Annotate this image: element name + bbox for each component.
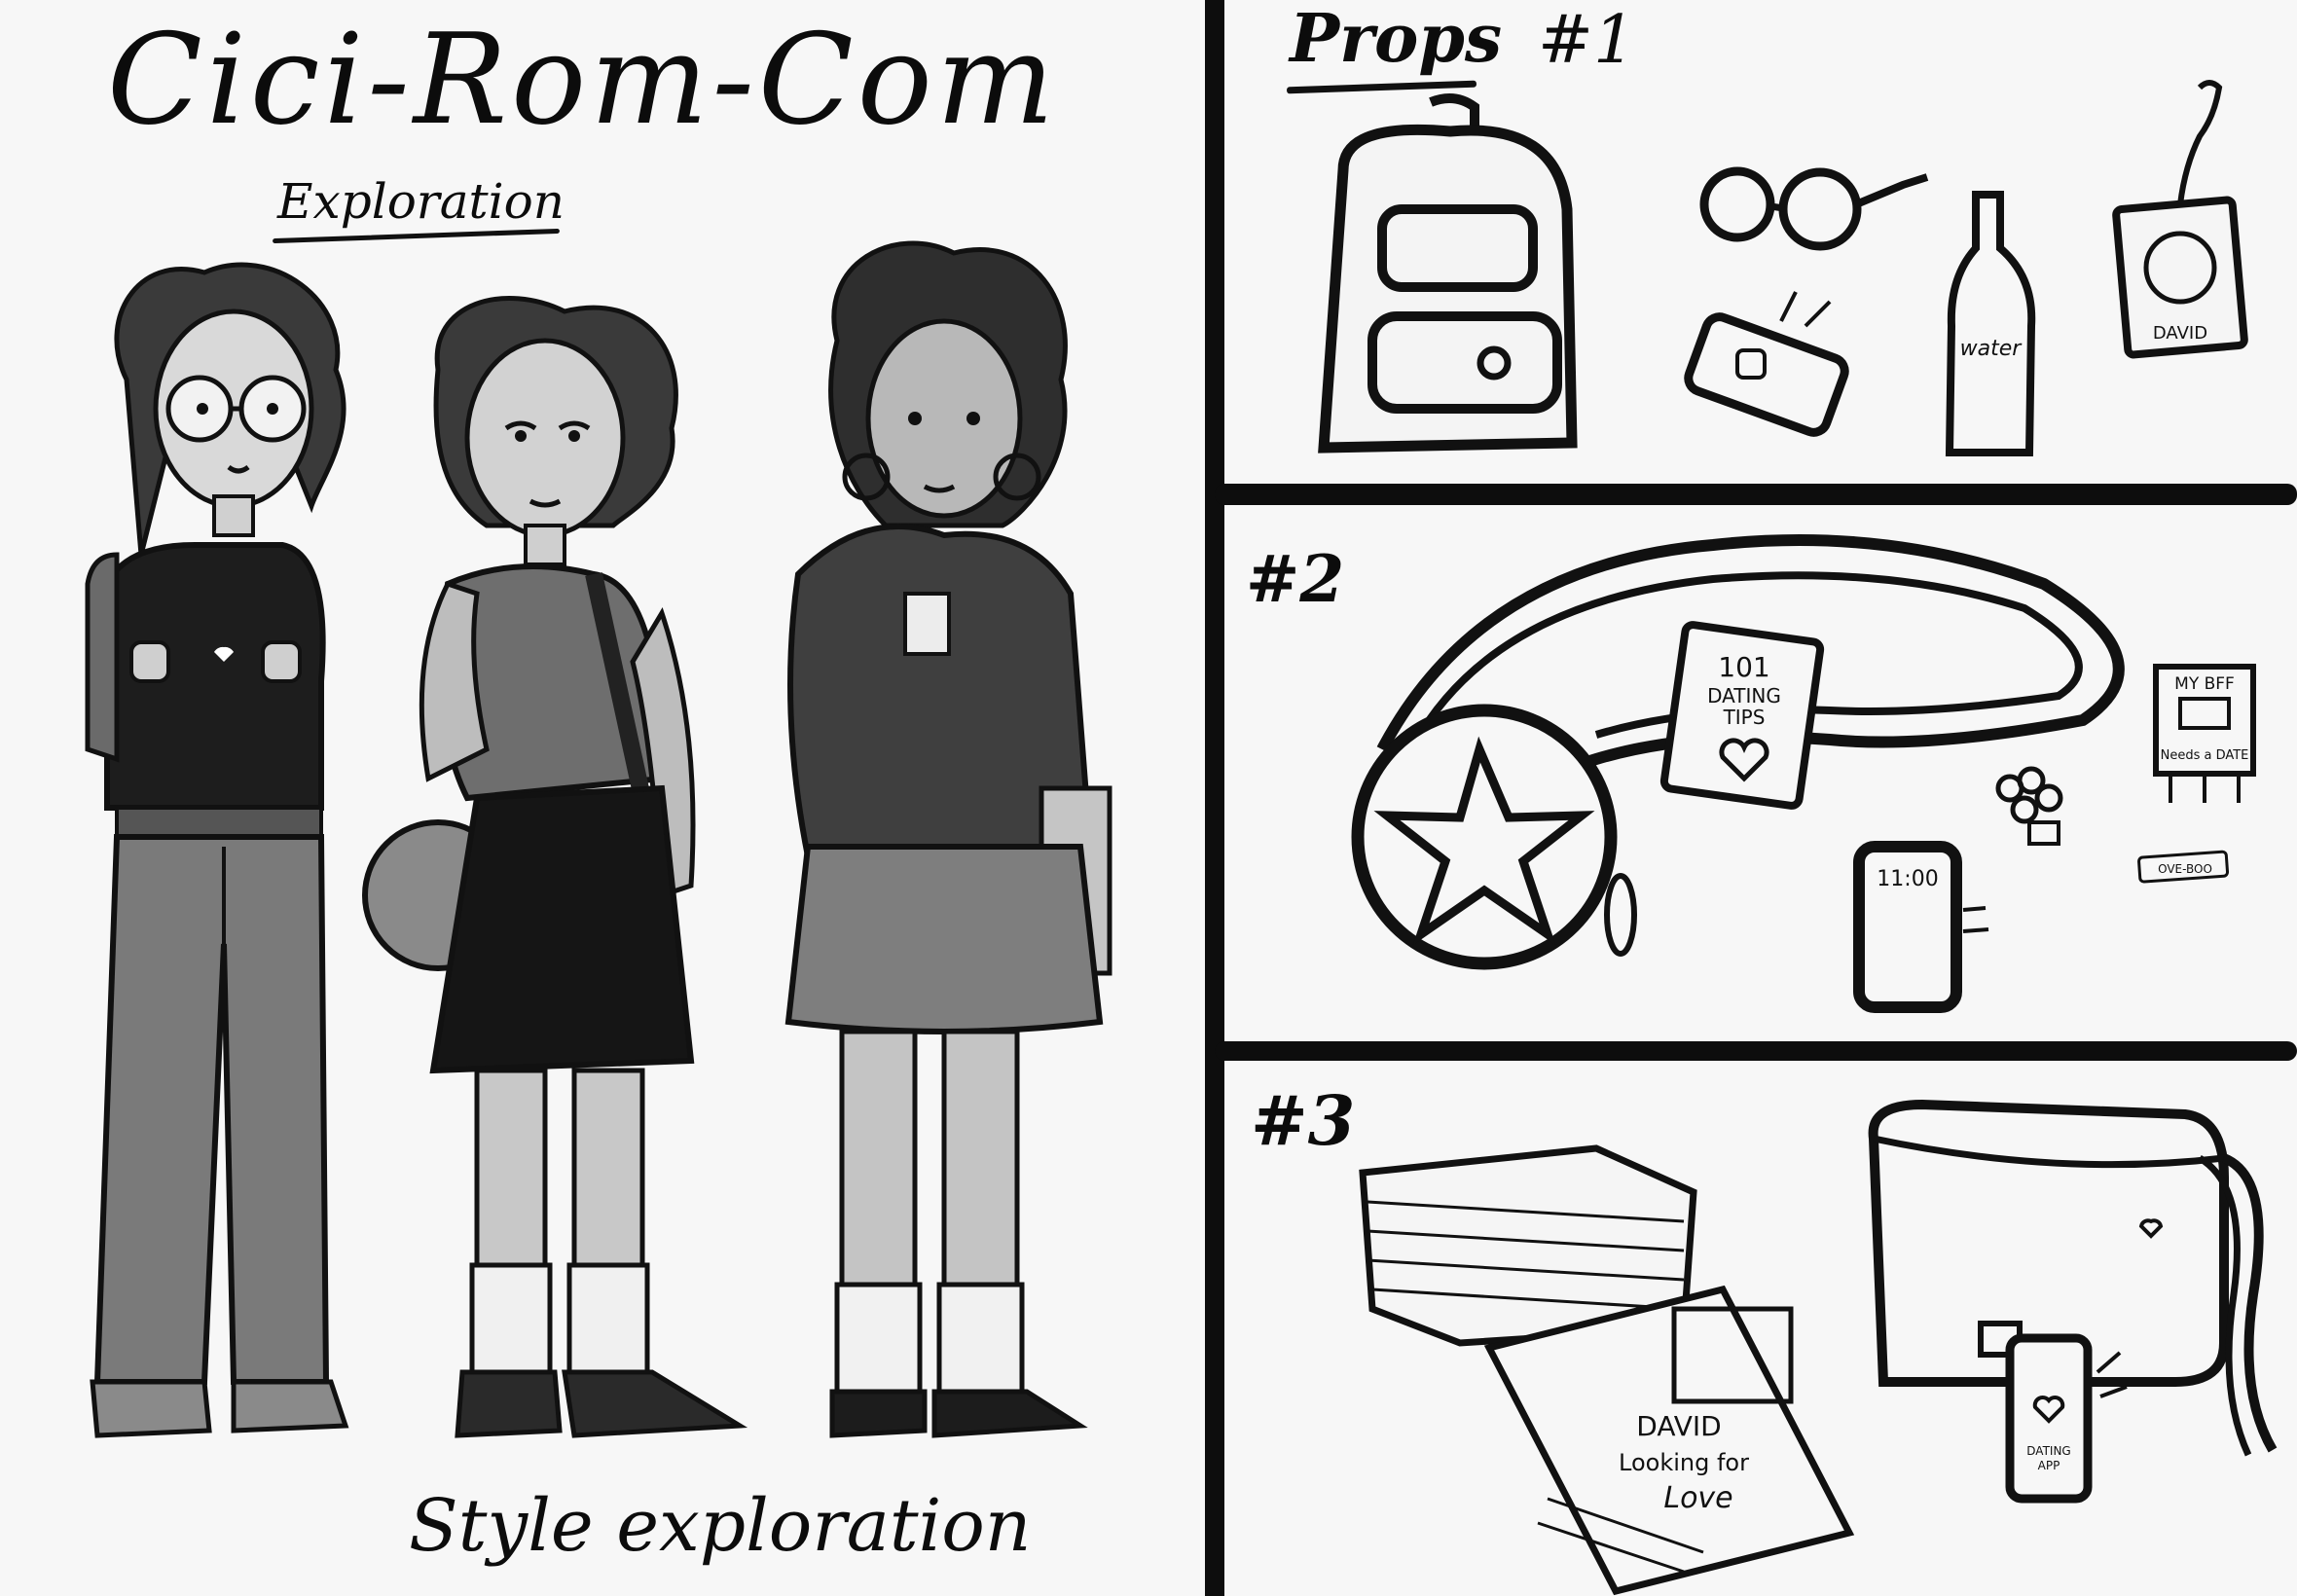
- dating-poster-drawing: DAVID Looking for Love: [1483, 1285, 1855, 1596]
- section-3-label: #3: [1251, 1080, 1356, 1161]
- flower-keychain-drawing: [1995, 766, 2063, 846]
- section-divider-1: [1215, 484, 2297, 505]
- poster-name: DAVID: [1636, 1410, 1721, 1442]
- poster-line2: Love: [1663, 1481, 1732, 1515]
- character-hoops-girl: [784, 240, 1112, 1438]
- flyer-line2: Needs a DATE: [2161, 748, 2249, 763]
- water-bottle-drawing: water: [1945, 191, 2036, 456]
- glasses-drawing: [1699, 166, 1929, 251]
- dating-tips-book-drawing: 101 DATING TIPS: [1659, 621, 1825, 810]
- section-divider-2: [1215, 1041, 2297, 1061]
- page-divider: [1205, 0, 1224, 1596]
- app-line1: DATING: [2026, 1444, 2070, 1458]
- book-number: 101: [1718, 651, 1769, 683]
- photo-keychain-drawing: DAVID: [2112, 80, 2248, 359]
- sheet-subtitle: Exploration: [277, 173, 565, 230]
- phone-time: 11:00: [1877, 867, 1938, 891]
- section-2-label: #2: [1246, 541, 1345, 617]
- footer-caption: Style exploration: [409, 1484, 1032, 1568]
- section-1-label: #1: [1538, 2, 1636, 79]
- app-line2: APP: [2038, 1459, 2060, 1472]
- dating-app-phone-drawing: DATING APP: [2005, 1333, 2128, 1504]
- phone-drawing: [1684, 291, 1849, 437]
- ticket-text: OVE-BOO: [2158, 862, 2212, 876]
- character-glasses-girl: [85, 262, 349, 1438]
- smartphone-drawing: 11:00: [1853, 841, 1989, 1013]
- subtitle-underline: [273, 228, 560, 244]
- book-line1: DATING: [1707, 684, 1781, 707]
- bottle-label: water: [1960, 337, 2024, 361]
- poster-line1: Looking for: [1619, 1449, 1749, 1476]
- props-heading: Props: [1290, 0, 1503, 78]
- keychain-name: DAVID: [2153, 323, 2207, 344]
- flyer-line1: MY BFF: [2174, 674, 2235, 694]
- bff-flyer-drawing: MY BFF Needs a DATE: [2153, 664, 2256, 803]
- book-line2: TIPS: [1723, 706, 1766, 729]
- backpack-drawing: [1318, 93, 1578, 453]
- sheet-title: Cici-Rom-Com: [107, 8, 1059, 153]
- ticket-stub-drawing: OVE-BOO: [2137, 850, 2230, 884]
- character-freckles-girl: [362, 296, 748, 1438]
